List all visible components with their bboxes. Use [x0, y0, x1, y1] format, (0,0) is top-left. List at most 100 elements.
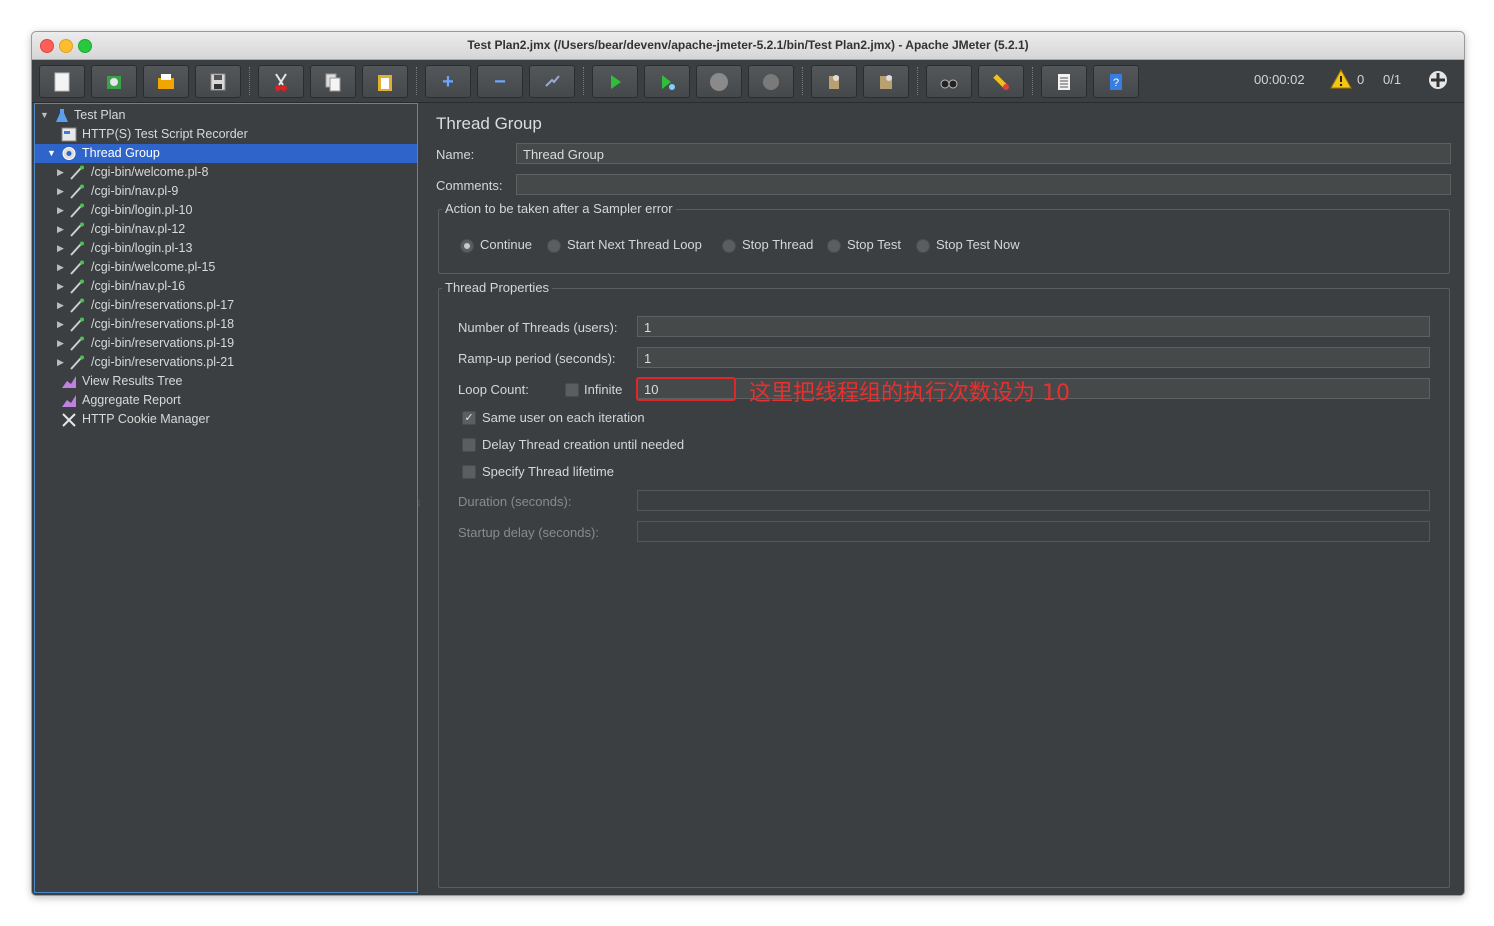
binoculars-icon — [940, 79, 958, 88]
rampup-field[interactable]: 1 — [637, 347, 1430, 368]
delay-thread-checkbox[interactable] — [462, 438, 476, 452]
tree-node-recorder[interactable]: HTTP(S) Test Script Recorder — [35, 125, 417, 144]
threads-field[interactable]: 1 — [637, 316, 1430, 337]
comments-field[interactable] — [516, 174, 1451, 195]
pipette-icon — [70, 184, 84, 199]
tree-node-sampler[interactable]: ▶/cgi-bin/login.pl-10 — [35, 201, 417, 220]
tree-node-sampler[interactable]: ▶/cgi-bin/welcome.pl-15 — [35, 258, 417, 277]
expand-arrow-icon[interactable]: ▶ — [57, 182, 64, 201]
duration-field[interactable] — [637, 490, 1430, 511]
collapse-arrow-icon[interactable]: ▼ — [47, 144, 56, 163]
infinite-label: Infinite — [584, 382, 623, 397]
close-window-button[interactable] — [40, 39, 54, 53]
tree-node-sampler[interactable]: ▶/cgi-bin/login.pl-13 — [35, 239, 417, 258]
expand-arrow-icon[interactable]: ▶ — [57, 334, 64, 353]
shutdown-button[interactable] — [748, 65, 794, 98]
tree-node-sampler[interactable]: ▶/cgi-bin/reservations.pl-21 — [35, 353, 417, 372]
tree-node-sampler[interactable]: ▶/cgi-bin/welcome.pl-8 — [35, 163, 417, 182]
new-file-icon — [54, 72, 70, 91]
continue-radio[interactable] — [460, 239, 474, 253]
tree-node-sampler[interactable]: ▶/cgi-bin/reservations.pl-19 — [35, 334, 417, 353]
test-plan-tree[interactable]: ▼ Test Plan HTTP(S) Test Script Recorder… — [34, 103, 418, 893]
expand-arrow-icon[interactable]: ▶ — [57, 296, 64, 315]
save-button[interactable] — [195, 65, 241, 98]
function-helper-button[interactable] — [1041, 65, 1087, 98]
expand-all-button[interactable]: + — [425, 65, 471, 98]
tools-icon — [62, 413, 76, 427]
tree-node-thread-group[interactable]: ▼ Thread Group — [35, 144, 417, 163]
tree-node-sampler[interactable]: ▶/cgi-bin/reservations.pl-18 — [35, 315, 417, 334]
templates-button[interactable] — [91, 65, 137, 98]
chart-icon — [62, 395, 76, 407]
tree-node-test-plan[interactable]: ▼ Test Plan — [35, 106, 417, 125]
pipette-icon — [70, 165, 84, 180]
startup-delay-field[interactable] — [637, 521, 1430, 542]
rampup-label: Ramp-up period (seconds): — [458, 351, 616, 366]
stop-test-now-radio[interactable] — [916, 239, 930, 253]
warning-count: 0 — [1357, 72, 1365, 87]
pipette-icon — [70, 241, 84, 256]
start-next-thread-loop-label: Start Next Thread Loop — [567, 237, 702, 252]
expand-arrow-icon[interactable]: ▶ — [57, 277, 64, 296]
thread-lifetime-label: Specify Thread lifetime — [482, 464, 614, 479]
annotation-text: 这里把线程组的执行次数设为 10 — [749, 381, 1070, 406]
minimize-window-button[interactable] — [59, 39, 73, 53]
flask-icon — [56, 109, 68, 122]
tree-node-cookie-manager[interactable]: HTTP Cookie Manager — [35, 410, 417, 429]
help-button[interactable]: ? — [1093, 65, 1139, 98]
tree-node-sampler[interactable]: ▶/cgi-bin/nav.pl-9 — [35, 182, 417, 201]
start-button[interactable] — [592, 65, 638, 98]
copy-button[interactable] — [310, 65, 356, 98]
active-thread-count: 0/1 — [1383, 72, 1402, 87]
expand-arrow-icon[interactable]: ▶ — [57, 315, 64, 334]
annotation-highlight-box — [636, 377, 736, 401]
jmeter-window: Test Plan2.jmx (/Users/bear/devenv/apach… — [31, 31, 1465, 896]
expand-arrow-icon[interactable]: ▶ — [57, 220, 64, 239]
elapsed-time: 00:00:02 — [1254, 72, 1305, 87]
zoom-window-button[interactable] — [78, 39, 92, 53]
tree-node-view-results-tree[interactable]: View Results Tree — [35, 372, 417, 391]
expand-arrow-icon[interactable]: ▶ — [57, 353, 64, 372]
toggle-button[interactable] — [529, 65, 575, 98]
stop-test-radio[interactable] — [827, 239, 841, 253]
search-button[interactable] — [926, 65, 972, 98]
tree-node-sampler[interactable]: ▶/cgi-bin/nav.pl-12 — [35, 220, 417, 239]
open-button[interactable] — [143, 65, 189, 98]
tree-node-sampler[interactable]: ▶/cgi-bin/reservations.pl-17 — [35, 296, 417, 315]
collapse-all-button[interactable]: − — [477, 65, 523, 98]
stop-thread-radio[interactable] — [722, 239, 736, 253]
name-field[interactable]: Thread Group — [516, 143, 1451, 164]
infinite-checkbox[interactable] — [565, 383, 579, 397]
pipette-icon — [70, 203, 84, 218]
start-next-thread-loop-radio[interactable] — [547, 239, 561, 253]
same-user-checkbox[interactable]: ✓ — [462, 411, 476, 425]
expand-arrow-icon[interactable]: ▶ — [57, 239, 64, 258]
play-no-pause-icon — [662, 74, 675, 90]
new-button[interactable] — [39, 65, 85, 98]
thread-lifetime-checkbox[interactable] — [462, 465, 476, 479]
start-no-pauses-button[interactable] — [644, 65, 690, 98]
paste-icon — [378, 74, 392, 91]
open-folder-icon — [158, 73, 174, 89]
collapse-arrow-icon[interactable]: ▼ — [40, 106, 49, 125]
paste-button[interactable] — [362, 65, 408, 98]
stop-button[interactable] — [696, 65, 742, 98]
loop-count-label: Loop Count: — [458, 382, 529, 397]
clear-all-button[interactable] — [863, 65, 909, 98]
clear-button[interactable] — [811, 65, 857, 98]
title-bar: Test Plan2.jmx (/Users/bear/devenv/apach… — [32, 32, 1464, 60]
cut-button[interactable] — [258, 65, 304, 98]
expand-arrow-icon[interactable]: ▶ — [57, 258, 64, 277]
expand-arrow-icon[interactable]: ▶ — [57, 201, 64, 220]
stop-test-label: Stop Test — [847, 237, 901, 252]
warning-icon[interactable] — [1330, 69, 1352, 89]
delay-thread-label: Delay Thread creation until needed — [482, 437, 685, 452]
svg-text:?: ? — [1113, 77, 1119, 89]
pipette-icon — [70, 260, 84, 275]
reset-search-button[interactable] — [978, 65, 1024, 98]
thread-group-panel: Thread Group Name: Thread Group Comments… — [422, 103, 1464, 895]
tree-node-sampler[interactable]: ▶/cgi-bin/nav.pl-16 — [35, 277, 417, 296]
expand-arrow-icon[interactable]: ▶ — [57, 163, 64, 182]
tree-node-aggregate-report[interactable]: Aggregate Report — [35, 391, 417, 410]
toggle-icon — [545, 74, 560, 87]
